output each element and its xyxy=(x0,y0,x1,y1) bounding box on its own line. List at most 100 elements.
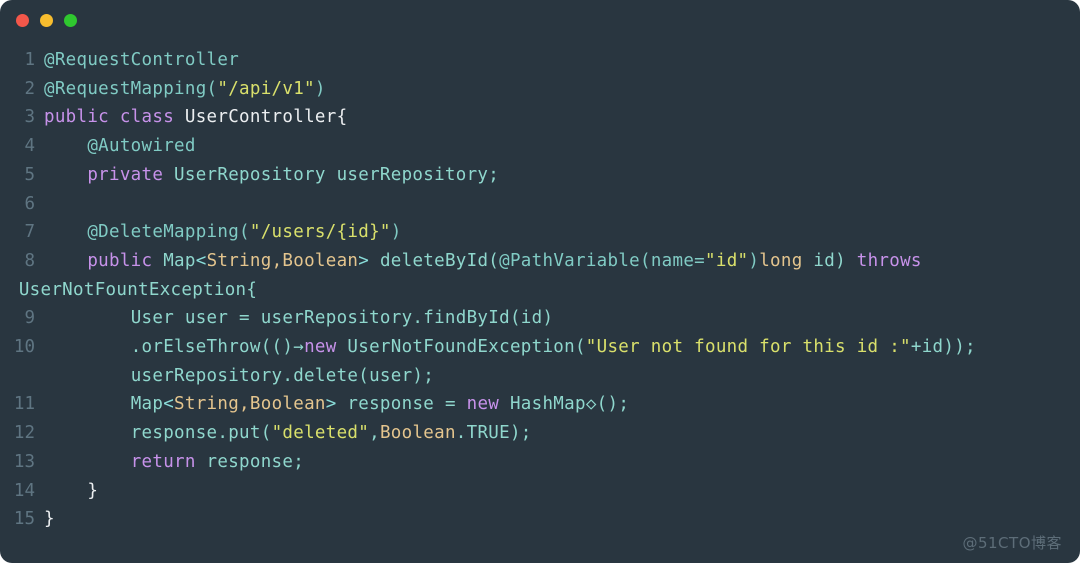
token-annotation: @RequestMapping( xyxy=(44,78,218,99)
line-number: 8 xyxy=(24,250,35,271)
line-content: @Autowired xyxy=(44,132,1080,161)
token-plain: response.put( xyxy=(44,423,272,444)
token-annotation: @RequestController xyxy=(44,50,240,70)
line-number: 11 xyxy=(13,394,35,415)
code-line: 3 public class UserController{ xyxy=(0,103,1080,132)
window-titlebar xyxy=(0,0,1080,40)
line-content: private UserRepository userRepository; xyxy=(44,161,1080,190)
line-number: 1 xyxy=(24,50,35,70)
line-number: 12 xyxy=(13,423,35,444)
token-plain: response = xyxy=(336,394,467,415)
line-number: 5 xyxy=(24,164,35,185)
token-string: "User not found for this id :" xyxy=(585,337,911,358)
line-content: userRepository.delete(user); xyxy=(44,362,1080,391)
code-line: 5 private UserRepository userRepository; xyxy=(0,161,1080,190)
code-line: 15 } xyxy=(0,505,1080,534)
token-class-name: UserController{ xyxy=(184,107,348,128)
token-punctuation: < xyxy=(163,394,175,415)
code-line-wrapped: UserNotFountException{ xyxy=(0,276,1080,305)
token-punctuation: ) xyxy=(390,222,402,243)
token-punctuation: < xyxy=(195,250,207,271)
token-plain: } xyxy=(44,509,55,530)
line-number: 6 xyxy=(24,193,35,214)
line-number: 14 xyxy=(13,480,35,501)
watermark: @51CTO博客 xyxy=(962,534,1062,552)
line-content: } xyxy=(44,505,1080,534)
line-content: @DeleteMapping("/users/{id}") xyxy=(44,218,1080,247)
token-string: "deleted" xyxy=(271,423,370,444)
token-keyword: return xyxy=(130,451,207,472)
line-number: 7 xyxy=(24,222,35,243)
line-number: 15 xyxy=(13,509,35,530)
token-plain: UserNotFoundException( xyxy=(347,337,586,358)
code-editor-window: 1 @RequestController 2 @RequestMapping("… xyxy=(0,0,1080,563)
close-button-icon[interactable] xyxy=(16,13,29,27)
token-plain: Map xyxy=(163,250,196,271)
line-content: .orElseThrow(()→new UserNotFoundExceptio… xyxy=(44,333,1080,362)
line-number: 13 xyxy=(13,451,35,472)
token-plain: User user = userRepository.findById(id) xyxy=(44,308,554,329)
line-content: UserNotFountException{ xyxy=(8,276,1080,305)
code-line: 11 Map<String,Boolean> response = new Ha… xyxy=(0,390,1080,419)
token-plain: id) xyxy=(813,250,857,271)
token-plain: UserNotFountException{ xyxy=(8,279,258,300)
maximize-button-icon[interactable] xyxy=(64,13,77,27)
line-number: 10 xyxy=(13,337,35,358)
token-annotation: @PathVariable(name= xyxy=(499,250,706,271)
code-line: 9 User user = userRepository.findById(id… xyxy=(0,304,1080,333)
token-keyword: new xyxy=(466,394,510,415)
code-line: 8 public Map<String,Boolean> deleteById(… xyxy=(0,247,1080,276)
code-line: 6 xyxy=(0,190,1080,219)
code-line: 14 } xyxy=(0,477,1080,506)
token-keyword: public xyxy=(87,250,164,271)
token-plain: userRepository.delete(user); xyxy=(44,365,435,386)
token-string: "id" xyxy=(705,250,749,271)
line-number: 3 xyxy=(24,107,35,128)
code-line: 4 @Autowired xyxy=(0,132,1080,161)
line-content: response.put("deleted",Boolean.TRUE); xyxy=(44,419,1080,448)
line-content: public Map<String,Boolean> deleteById(@P… xyxy=(44,247,1080,276)
code-line: 10 .orElseThrow(()→new UserNotFoundExcep… xyxy=(0,333,1080,362)
token-annotation: @DeleteMapping( xyxy=(44,222,250,243)
token-type: String,Boolean xyxy=(206,250,359,271)
token-plain: deleteById( xyxy=(369,250,500,271)
code-line-wrapped: userRepository.delete(user); xyxy=(0,362,1080,391)
line-number: 4 xyxy=(24,136,35,157)
line-content: public class UserController{ xyxy=(44,103,1080,132)
token-type: String,Boolean xyxy=(174,394,326,415)
token-plain: +id)); xyxy=(910,337,976,358)
line-content: @RequestMapping("/api/v1") xyxy=(44,75,1080,104)
token-punctuation: ) xyxy=(314,78,326,99)
token-annotation: @Autowired xyxy=(44,136,196,157)
token-plain: UserRepository userRepository; xyxy=(174,164,500,185)
line-content: Map<String,Boolean> response = new HashM… xyxy=(44,390,1080,419)
token-string: "/api/v1" xyxy=(217,78,315,99)
token-keyword: private xyxy=(87,164,175,185)
code-line: 1 @RequestController xyxy=(0,46,1080,75)
code-line: 13 return response; xyxy=(0,448,1080,477)
token-plain: Map xyxy=(44,394,164,415)
token-keyword: new xyxy=(304,337,348,358)
token-plain: , xyxy=(369,423,380,444)
token-punctuation: > xyxy=(358,250,370,271)
token-plain: } xyxy=(44,480,99,501)
token-plain: .TRUE); xyxy=(455,423,532,444)
code-content[interactable]: 1 @RequestController 2 @RequestMapping("… xyxy=(0,40,1080,534)
line-content: } xyxy=(44,477,1080,506)
code-line: 2 @RequestMapping("/api/v1") xyxy=(0,75,1080,104)
token-plain: HashMap◇(); xyxy=(509,394,630,415)
minimize-button-icon[interactable] xyxy=(40,13,53,27)
token-keyword: throws xyxy=(856,250,922,271)
line-number: 9 xyxy=(24,308,35,329)
token-plain: response; xyxy=(206,451,305,472)
line-content: @RequestController xyxy=(44,46,1080,75)
code-line: 7 @DeleteMapping("/users/{id}") xyxy=(0,218,1080,247)
token-string: "/users/{id}" xyxy=(249,222,391,243)
token-punctuation: ) xyxy=(748,250,760,271)
token-punctuation: > xyxy=(325,394,337,415)
line-number: 2 xyxy=(24,78,35,99)
token-type: long xyxy=(759,250,814,271)
